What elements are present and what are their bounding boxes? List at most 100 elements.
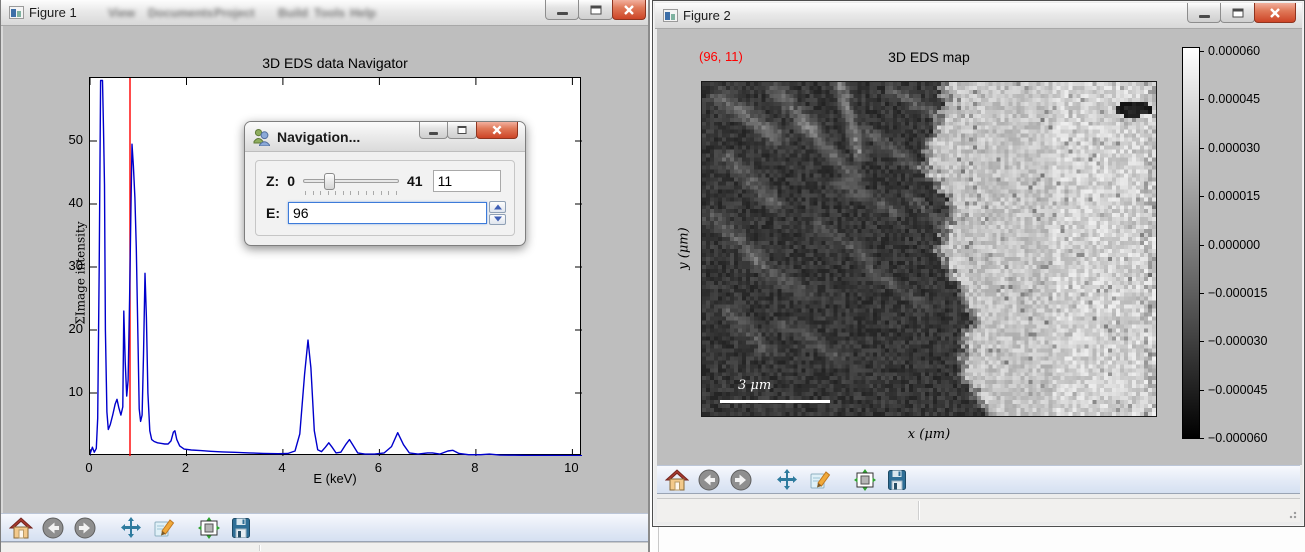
subplots-button[interactable] — [852, 467, 878, 493]
figure2-titlebar[interactable]: Figure 2 — [655, 3, 1302, 29]
statusbar-divider — [918, 501, 919, 520]
screen: Figure 1 View Documents Project Build To… — [0, 0, 1305, 552]
figure1-ylabel: ΣImage intensity — [74, 221, 88, 324]
y-tick-label: 40 — [59, 195, 83, 210]
background-area — [652, 527, 1305, 552]
figure2-xlabel: x (μm) — [701, 427, 1157, 442]
scalebar — [720, 400, 830, 403]
scalebar-label: 3 μm — [738, 378, 771, 393]
e-label: E: — [266, 205, 280, 221]
subplots-button[interactable] — [196, 515, 222, 541]
y-tick-label: 20 — [59, 321, 83, 336]
figure2-plot-title: 3D EDS map — [701, 49, 1157, 65]
figure2-canvas[interactable]: (96, 11) 3D EDS map 3 μm x (μm) y (μm) 0… — [657, 29, 1302, 465]
dialog-minimize-button[interactable] — [419, 122, 448, 139]
y-tick-label: 30 — [59, 258, 83, 273]
save-button[interactable] — [228, 515, 254, 541]
forward-button[interactable] — [728, 467, 754, 493]
background-menu-build: Build — [278, 6, 308, 20]
zoom-button[interactable] — [150, 515, 176, 541]
zoom-button[interactable] — [806, 467, 832, 493]
colorbar-tick — [1200, 51, 1204, 52]
colorbar-tick — [1200, 196, 1204, 197]
home-icon — [9, 516, 33, 540]
forward-icon — [73, 516, 97, 540]
figure1-canvas[interactable]: 3D EDS data Navigator E (keV) ΣImage int… — [3, 26, 648, 513]
background-menu-view: View — [108, 6, 135, 20]
eds-map-canvas[interactable] — [702, 82, 1156, 416]
figure1-plot-title: 3D EDS data Navigator — [89, 55, 581, 71]
eds-map-image[interactable]: 3 μm — [701, 81, 1157, 417]
window-figure1: Figure 1 View Documents Project Build To… — [0, 0, 650, 552]
statusbar-divider — [259, 545, 260, 551]
minimize-button[interactable] — [1187, 3, 1221, 23]
z-slider-handle[interactable] — [324, 173, 335, 190]
save-button[interactable] — [884, 467, 910, 493]
colorbar-tick — [1200, 293, 1204, 294]
background-menu-tools: Tools — [314, 6, 345, 20]
forward-icon — [729, 468, 753, 492]
z-slider-groove[interactable] — [303, 179, 399, 183]
subplots-icon — [853, 468, 877, 492]
e-spinner — [489, 201, 506, 225]
navigation-dialog-title: Navigation... — [277, 129, 360, 145]
people-icon — [252, 128, 272, 146]
z-value-input[interactable] — [433, 170, 501, 192]
colorbar-tick-label: 0.000060 — [1208, 44, 1260, 58]
back-button[interactable] — [40, 515, 66, 541]
window-figure2: Figure 2 (96, 11) 3D EDS map 3 μm x (μm)… — [652, 0, 1305, 527]
figure2-window-title: Figure 2 — [683, 8, 731, 23]
home-button[interactable] — [8, 515, 34, 541]
figure1-titlebar[interactable]: Figure 1 View Documents Project Build To… — [1, 0, 648, 26]
colorbar-tick-label: −0.000045 — [1208, 383, 1267, 397]
back-icon — [697, 468, 721, 492]
minimize-button[interactable] — [545, 0, 579, 20]
e-value-input[interactable] — [288, 202, 487, 224]
figure2-statusbar — [657, 498, 1300, 522]
colorbar-tick-label: 0.000015 — [1208, 189, 1260, 203]
figure1-window-title: Figure 1 — [29, 5, 77, 20]
z-slider[interactable] — [303, 172, 399, 190]
navigation-dialog-titlebar[interactable]: Navigation... — [245, 122, 525, 152]
colorbar-tick — [1200, 148, 1204, 149]
matplotlib-window-icon — [663, 9, 678, 22]
x-tick-label: 6 — [370, 460, 386, 475]
dialog-maximize-button[interactable] — [447, 122, 477, 139]
maximize-button[interactable] — [578, 0, 613, 20]
pan-button[interactable] — [118, 515, 144, 541]
background-menu-project: Project — [214, 6, 255, 20]
subplots-icon — [197, 516, 221, 540]
pan-button[interactable] — [774, 467, 800, 493]
matplotlib-window-icon — [9, 6, 24, 19]
back-button[interactable] — [696, 467, 722, 493]
colorbar-tick-label: 0.000030 — [1208, 141, 1260, 155]
dialog-close-icon — [492, 125, 503, 136]
close-button[interactable] — [612, 0, 646, 20]
spinner-down-button[interactable] — [489, 214, 506, 226]
save-icon — [885, 468, 909, 492]
z-label: Z: — [266, 173, 279, 189]
colorbar-tick-label: 0.000045 — [1208, 92, 1260, 106]
pan-icon — [775, 468, 799, 492]
z-max-label: 41 — [407, 173, 423, 189]
close-button[interactable] — [1254, 3, 1296, 23]
colorbar — [1182, 47, 1200, 439]
forward-button[interactable] — [72, 515, 98, 541]
x-tick-label: 2 — [177, 460, 193, 475]
colorbar-tick — [1200, 245, 1204, 246]
background-menu-help: Help — [350, 6, 376, 20]
background-menu-documents: Documents — [148, 6, 213, 20]
home-icon — [665, 468, 689, 492]
save-icon — [229, 516, 253, 540]
maximize-button[interactable] — [1220, 3, 1255, 23]
figure2-toolbar — [657, 465, 1300, 494]
dialog-close-button[interactable] — [476, 122, 518, 139]
colorbar-tick — [1200, 390, 1204, 391]
home-button[interactable] — [664, 467, 690, 493]
colorbar-tick-label: −0.000030 — [1208, 334, 1267, 348]
back-icon — [41, 516, 65, 540]
resize-grip[interactable] — [1287, 509, 1297, 519]
spinner-up-button[interactable] — [489, 201, 506, 213]
z-slider-ticks — [305, 191, 397, 195]
close-icon — [623, 4, 635, 16]
